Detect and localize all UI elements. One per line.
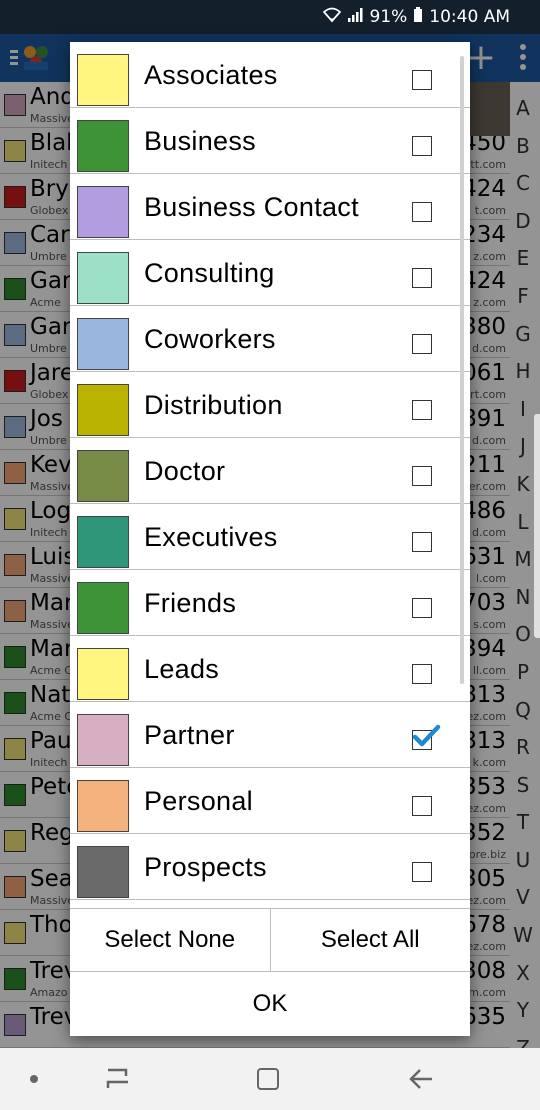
nav-dot-icon[interactable] bbox=[30, 1075, 38, 1083]
category-label: Prospects bbox=[144, 852, 267, 882]
category-checkbox[interactable] bbox=[412, 136, 432, 156]
category-color-swatch bbox=[77, 120, 129, 172]
category-item[interactable]: Friends bbox=[70, 570, 470, 636]
category-color-swatch bbox=[77, 582, 129, 634]
category-item[interactable]: Leads bbox=[70, 636, 470, 702]
select-buttons-row: Select None Select All bbox=[70, 908, 470, 972]
category-checkbox[interactable] bbox=[412, 466, 432, 486]
home-icon[interactable] bbox=[257, 1068, 279, 1090]
navigation-bar bbox=[0, 1048, 540, 1110]
category-checkbox[interactable] bbox=[412, 268, 432, 288]
edge-panel-handle[interactable] bbox=[534, 414, 540, 638]
category-item[interactable]: Partner bbox=[70, 702, 470, 768]
select-all-button[interactable]: Select All bbox=[271, 909, 471, 971]
recent-apps-icon[interactable] bbox=[104, 1066, 132, 1092]
category-label: Consulting bbox=[144, 258, 275, 288]
ok-button[interactable]: OK bbox=[70, 972, 470, 1036]
category-color-swatch bbox=[77, 384, 129, 436]
signal-icon bbox=[347, 8, 364, 26]
category-label: Business Contact bbox=[144, 192, 359, 222]
category-color-swatch bbox=[77, 450, 129, 502]
checkmark-icon bbox=[412, 724, 441, 747]
category-color-swatch bbox=[77, 648, 129, 700]
category-checkbox[interactable] bbox=[412, 796, 432, 816]
category-item[interactable]: Doctor bbox=[70, 438, 470, 504]
category-label: Distribution bbox=[144, 390, 283, 420]
category-item[interactable]: Prospects bbox=[70, 834, 470, 900]
category-color-swatch bbox=[77, 54, 129, 106]
category-checkbox[interactable] bbox=[412, 598, 432, 618]
category-item[interactable]: Coworkers bbox=[70, 306, 470, 372]
category-item[interactable]: Business bbox=[70, 108, 470, 174]
category-label: Partner bbox=[144, 720, 235, 750]
category-filter-dialog: Associates Business Business Contact Consul… bbox=[70, 42, 470, 1036]
category-item[interactable]: Personal bbox=[70, 768, 470, 834]
battery-icon bbox=[413, 7, 423, 27]
status-bar: 91% 10:40 AM bbox=[0, 0, 540, 34]
category-item[interactable]: Consulting bbox=[70, 240, 470, 306]
category-color-swatch bbox=[77, 318, 129, 370]
category-checkbox[interactable] bbox=[412, 862, 432, 882]
category-color-swatch bbox=[77, 846, 129, 898]
category-label: Leads bbox=[144, 654, 220, 684]
back-arrow-icon[interactable] bbox=[408, 1066, 434, 1092]
category-item[interactable]: Business Contact bbox=[70, 174, 470, 240]
category-checkbox[interactable] bbox=[412, 400, 432, 420]
category-checkbox[interactable] bbox=[412, 202, 432, 222]
category-label: Business bbox=[144, 126, 256, 156]
category-label: Friends bbox=[144, 588, 237, 618]
clock: 10:40 AM bbox=[429, 7, 510, 27]
category-label: Executives bbox=[144, 522, 278, 552]
category-checkbox[interactable] bbox=[412, 664, 432, 684]
category-label: Personal bbox=[144, 786, 253, 816]
category-color-swatch bbox=[77, 186, 129, 238]
category-label: Doctor bbox=[144, 456, 226, 486]
dialog-scrollbar[interactable] bbox=[460, 56, 464, 684]
category-item[interactable]: Executives bbox=[70, 504, 470, 570]
category-list: Associates Business Business Contact Consul… bbox=[70, 42, 470, 908]
category-checkbox[interactable] bbox=[412, 334, 432, 354]
battery-percent: 91% bbox=[369, 7, 408, 27]
select-none-button[interactable]: Select None bbox=[70, 909, 271, 971]
category-color-swatch bbox=[77, 252, 129, 304]
category-color-swatch bbox=[77, 714, 129, 766]
category-item[interactable]: Distribution bbox=[70, 372, 470, 438]
category-checkbox[interactable] bbox=[412, 724, 441, 750]
category-color-swatch bbox=[77, 780, 129, 832]
category-checkbox[interactable] bbox=[412, 532, 432, 552]
category-label: Associates bbox=[144, 60, 278, 90]
category-label: Coworkers bbox=[144, 324, 276, 354]
category-item[interactable]: Associates bbox=[70, 42, 470, 108]
category-color-swatch bbox=[77, 516, 129, 568]
wifi-icon bbox=[322, 7, 342, 27]
category-checkbox[interactable] bbox=[412, 70, 432, 90]
